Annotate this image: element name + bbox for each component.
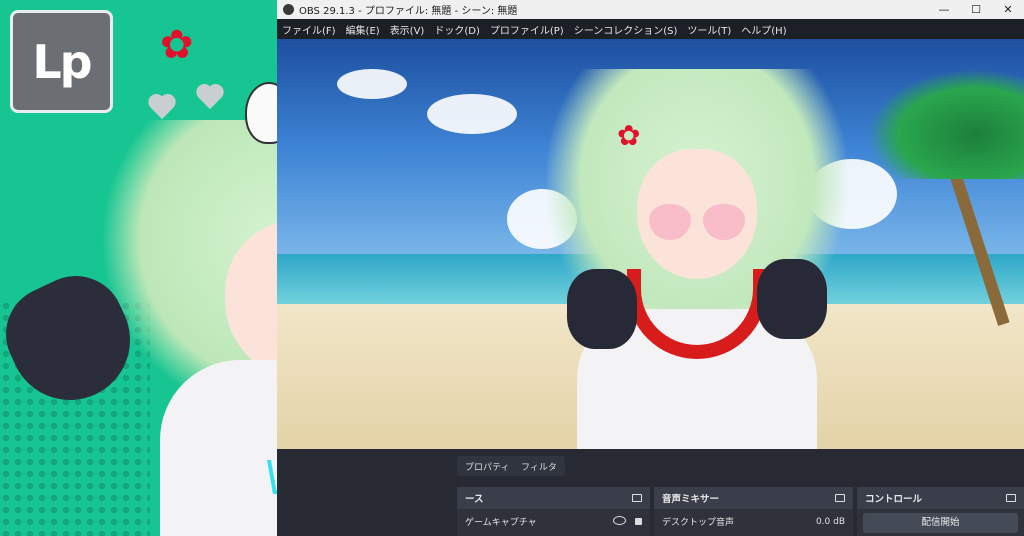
menu-bar: ファイル(F) 編集(E) 表示(V) ドック(D) プロファイル(P) シーン…	[277, 19, 1024, 39]
mixer-header: 音声ミキサー	[662, 494, 720, 505]
close-button[interactable]: ✕	[992, 0, 1024, 19]
window-titlebar: OBS 29.1.3 - プロファイル: 無題 - シーン: 無題 — ☐ ✕	[277, 0, 1024, 19]
menu-help[interactable]: ヘルプ(H)	[736, 22, 791, 37]
preview-canvas[interactable]: ✿	[277, 39, 1024, 449]
properties-label: プロパティ	[465, 462, 510, 473]
obs-window: OBS 29.1.3 - プロファイル: 無題 - シーン: 無題 — ☐ ✕ …	[277, 0, 1024, 536]
menu-profile[interactable]: プロファイル(P)	[485, 22, 569, 37]
preview-character: ✿	[537, 59, 857, 449]
mixer-channel: デスクトップ音声 0.0 dB	[654, 509, 853, 534]
filters-label: フィルタ	[521, 462, 557, 473]
menu-scene-collection[interactable]: シーンコレクション(S)	[569, 22, 683, 37]
controls-header: コントロール	[865, 494, 923, 505]
left-glove	[567, 269, 637, 349]
filters-button[interactable]: フィルタ	[513, 456, 565, 476]
undock-icon[interactable]	[1006, 494, 1016, 502]
hibiscus-icon: ✿	[617, 119, 641, 152]
controls-dock: コントロール 配信開始	[857, 487, 1024, 536]
channel-level: 0.0 dB	[815, 516, 845, 527]
start-streaming-button[interactable]: 配信開始	[863, 513, 1018, 533]
menu-view[interactable]: 表示(V)	[385, 22, 430, 37]
visibility-eye-icon[interactable]	[613, 515, 627, 525]
source-toolbar: プロパティ フィルタ	[277, 452, 1024, 480]
sources-header: ース	[465, 494, 484, 505]
source-item[interactable]: ゲームキャプチャ	[457, 509, 650, 534]
audio-mixer-dock: 音声ミキサー デスクトップ音声 0.0 dB	[654, 487, 853, 536]
window-title: OBS 29.1.3 - プロファイル: 無題 - シーン: 無題	[299, 6, 518, 17]
source-item-label: ゲームキャプチャ	[465, 518, 537, 528]
palm-leaves	[867, 69, 1024, 179]
undock-icon[interactable]	[632, 494, 642, 502]
cloud	[427, 94, 517, 134]
menu-edit[interactable]: 編集(E)	[341, 22, 385, 37]
sources-dock: ース ゲームキャプチャ	[457, 487, 650, 536]
cloud	[337, 69, 407, 99]
menu-file[interactable]: ファイル(F)	[277, 22, 341, 37]
menu-tools[interactable]: ツール(T)	[682, 22, 736, 37]
menu-docks[interactable]: ドック(D)	[429, 22, 485, 37]
heart-glasses	[649, 204, 745, 244]
right-glove	[757, 259, 827, 339]
channel-name: デスクトップ音声	[662, 518, 735, 528]
obs-icon	[283, 4, 294, 15]
properties-button[interactable]: プロパティ	[457, 456, 518, 476]
lock-icon[interactable]	[635, 517, 642, 525]
minimize-button[interactable]: —	[928, 0, 960, 19]
undock-icon[interactable]	[835, 494, 845, 502]
maximize-button[interactable]: ☐	[960, 0, 992, 19]
